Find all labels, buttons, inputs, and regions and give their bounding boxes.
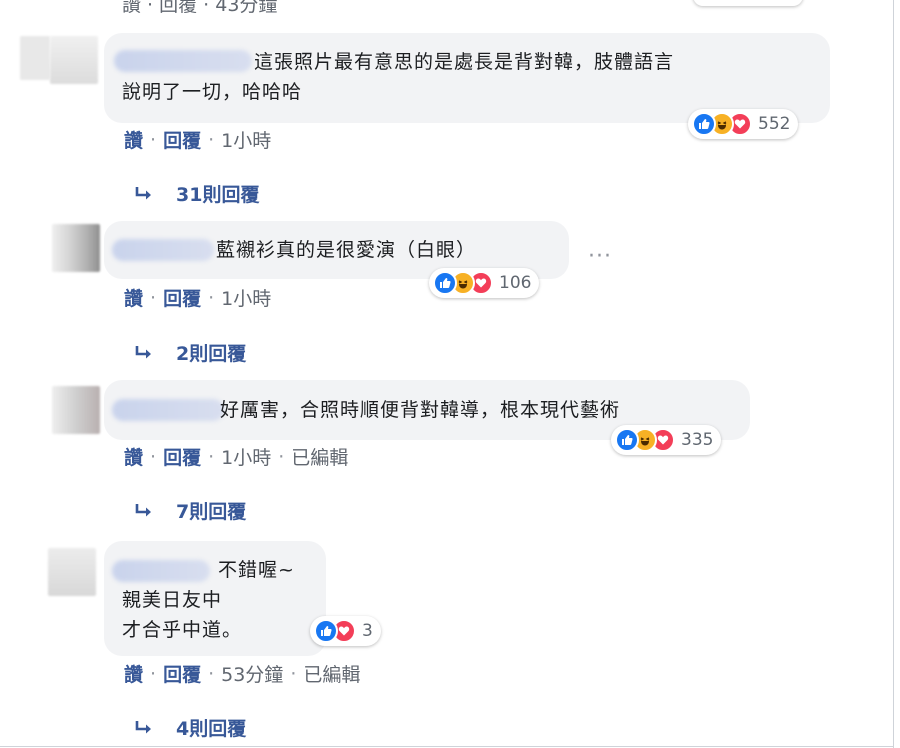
dot-separator: ·	[208, 286, 215, 309]
replies-count-label[interactable]: 7則回覆	[176, 497, 246, 524]
timestamp[interactable]: 1小時	[221, 284, 271, 311]
view-replies-link[interactable]: 31則回覆	[134, 180, 259, 207]
reply-arrow-icon	[135, 503, 151, 516]
edited-label[interactable]: 已編輯	[291, 443, 348, 470]
reaction-count: 552	[758, 114, 791, 134]
reaction-summary[interactable]: 106	[429, 268, 540, 298]
reaction-count: 106	[499, 273, 532, 293]
comment-text: 藍襯衫真的是很愛演（白眼）	[216, 239, 477, 261]
reply-link[interactable]: 回覆	[163, 660, 201, 687]
dot-separator: ·	[208, 128, 215, 151]
comment-actions: 讚 · 回覆 · 53分鐘 · 已編輯	[124, 660, 360, 687]
right-border	[893, 0, 894, 748]
dot-separator: ·	[208, 445, 215, 468]
comment-actions: 讚 · 回覆 · 1小時 · 已編輯	[124, 443, 348, 470]
avatar[interactable]	[52, 386, 100, 434]
like-link[interactable]: 讚	[124, 443, 143, 470]
reply-arrow-icon	[135, 345, 151, 358]
avatar[interactable]	[50, 36, 98, 84]
timestamp[interactable]: 53分鐘	[221, 660, 283, 687]
avatar-blurred-edge	[20, 36, 50, 80]
dot-separator: ·	[278, 445, 285, 468]
reaction-summary[interactable]: 3	[310, 616, 381, 646]
reaction-count: 3	[362, 621, 373, 641]
view-replies-link[interactable]: 4則回覆	[134, 714, 246, 741]
dot-separator: ·	[150, 128, 157, 151]
dot-separator: ·	[150, 445, 157, 468]
comment-actions: 讚 · 回覆 · 1小時	[124, 284, 271, 311]
comment-text: 好厲害，合照時順便背對韓導，根本現代藝術	[220, 399, 621, 421]
like-link[interactable]: 讚	[124, 660, 143, 687]
commenter-name-blurred[interactable]	[112, 239, 214, 261]
previous-reactions[interactable]	[693, 0, 803, 6]
like-link[interactable]: 讚	[124, 126, 143, 153]
replies-count-label[interactable]: 31則回覆	[176, 180, 259, 207]
reply-link[interactable]: 回覆	[163, 443, 201, 470]
reply-arrow-icon	[135, 720, 151, 733]
view-replies-link[interactable]: 7則回覆	[134, 497, 246, 524]
more-options-icon[interactable]: ···	[588, 244, 612, 269]
previous-comment-meta: 讚 · 回覆 · 43分鐘	[122, 0, 278, 16]
commenter-name-blurred[interactable]	[112, 399, 224, 421]
dot-separator: ·	[208, 662, 215, 685]
like-icon	[433, 271, 457, 295]
reaction-summary[interactable]: 335	[611, 425, 722, 455]
reply-link[interactable]: 回覆	[163, 284, 201, 311]
timestamp[interactable]: 1小時	[221, 443, 271, 470]
dot-separator: ·	[150, 662, 157, 685]
edited-label[interactable]: 已編輯	[303, 660, 360, 687]
like-icon	[314, 619, 338, 643]
like-link[interactable]: 讚	[124, 284, 143, 311]
reaction-summary[interactable]: 552	[688, 109, 799, 139]
like-icon	[615, 428, 639, 452]
comment-text: 不錯喔~ 親美日友中 才合乎中道。	[122, 559, 295, 641]
like-icon	[692, 112, 716, 136]
bottom-border	[0, 746, 894, 747]
reply-arrow-icon	[135, 186, 151, 199]
comment-bubble: 不錯喔~ 親美日友中 才合乎中道。	[104, 541, 326, 656]
dot-separator: ·	[290, 662, 297, 685]
comment-actions: 讚 · 回覆 · 1小時	[124, 126, 271, 153]
timestamp[interactable]: 1小時	[221, 126, 271, 153]
reply-link[interactable]: 回覆	[163, 126, 201, 153]
dot-separator: ·	[150, 286, 157, 309]
view-replies-link[interactable]: 2則回覆	[134, 339, 246, 366]
replies-count-label[interactable]: 2則回覆	[176, 339, 246, 366]
avatar[interactable]	[48, 548, 96, 596]
replies-count-label[interactable]: 4則回覆	[176, 714, 246, 741]
reaction-count: 335	[681, 430, 714, 450]
avatar[interactable]	[52, 224, 100, 272]
comment-text: 這張照片最有意思的是處長是背對韓，肢體語言 說明了一切，哈哈哈	[122, 51, 675, 103]
